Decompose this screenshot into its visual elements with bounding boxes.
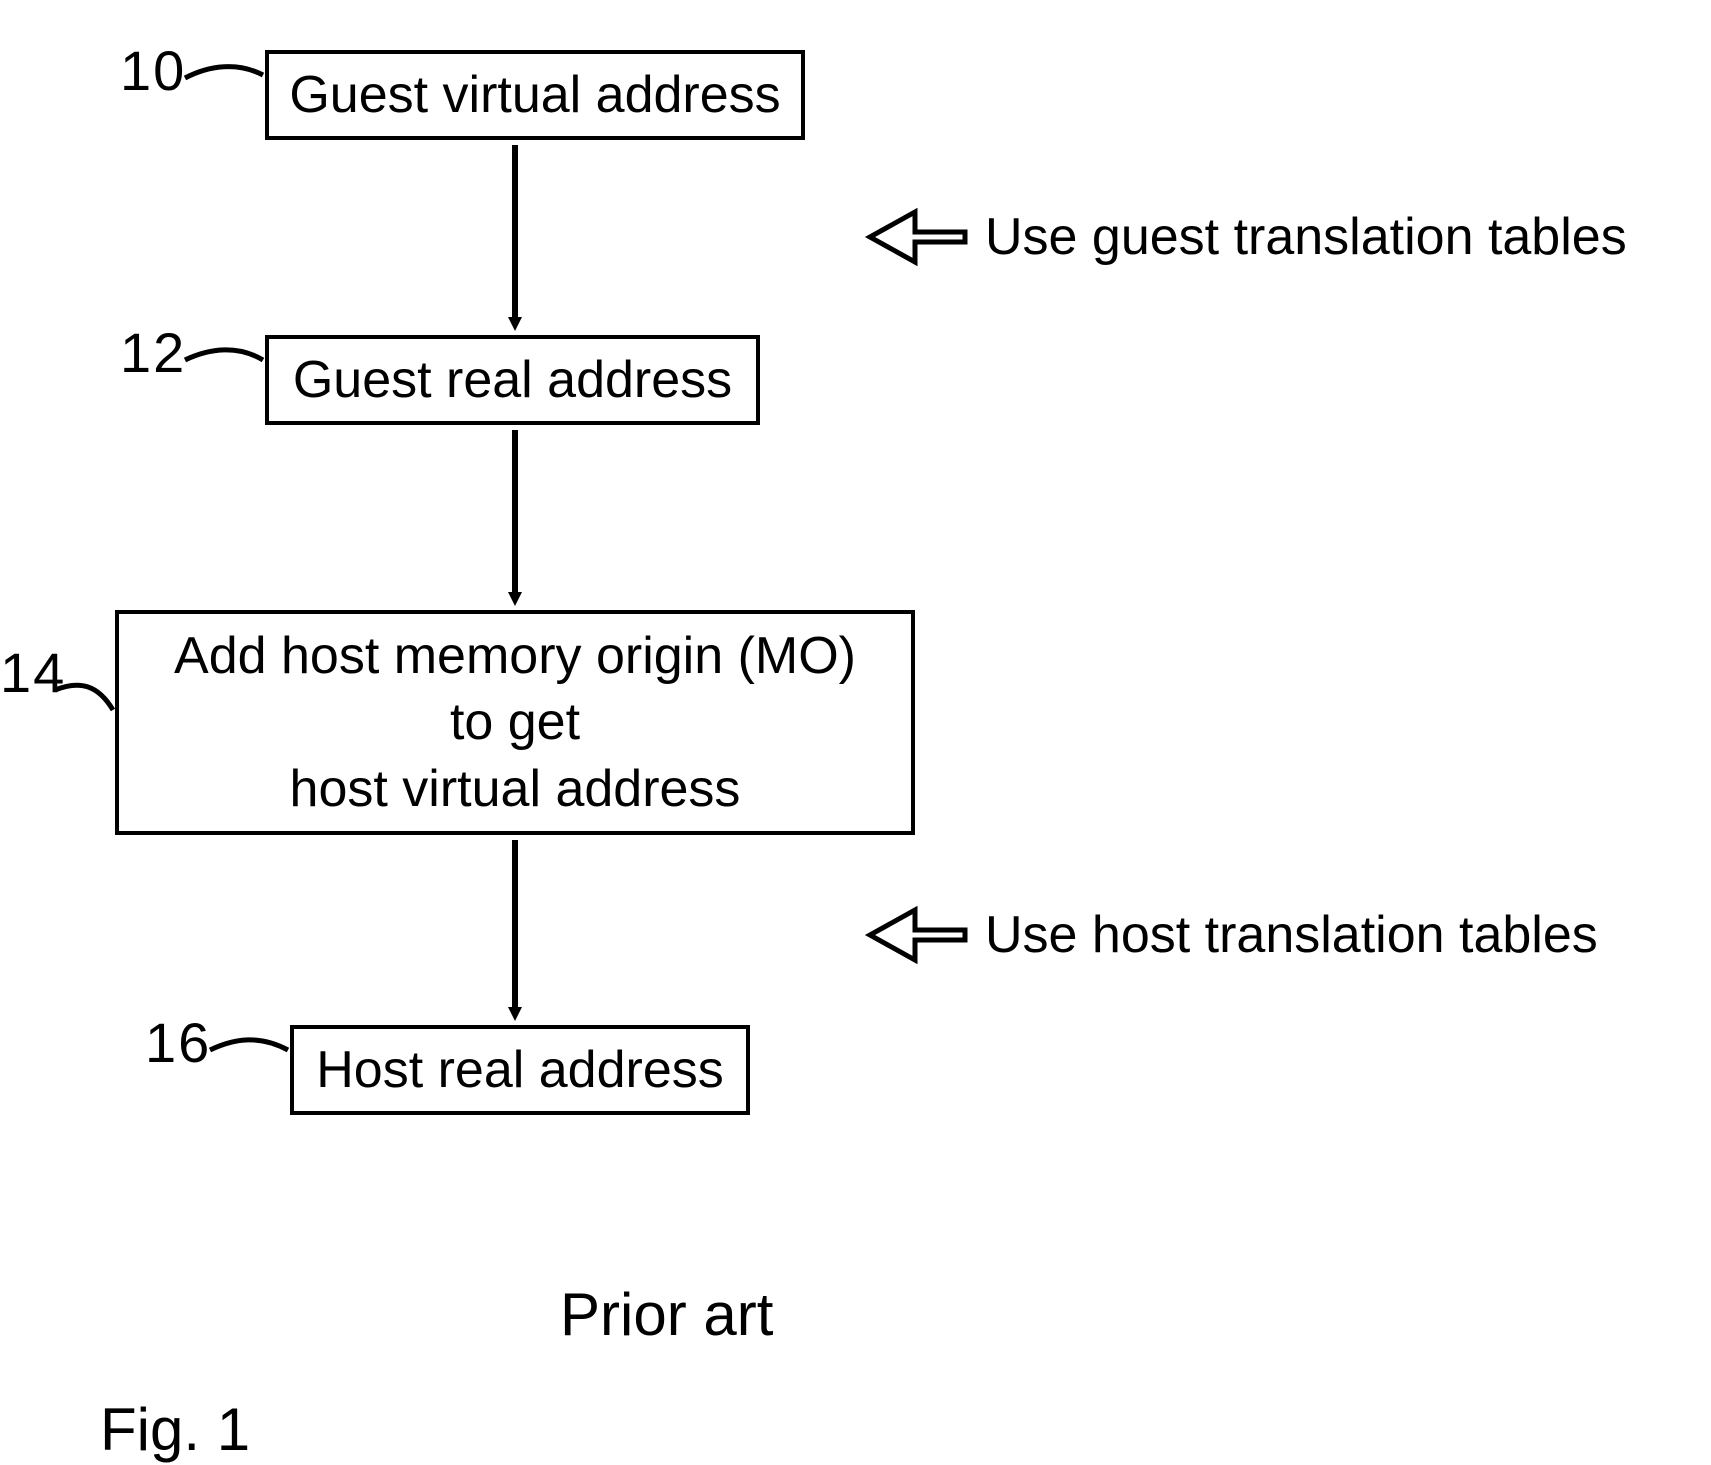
box-16-text: Host real address bbox=[316, 1037, 724, 1104]
box-10-text: Guest virtual address bbox=[289, 62, 780, 129]
figure-label: Fig. 1 bbox=[100, 1395, 250, 1464]
annotation-guest-translation: Use guest translation tables bbox=[985, 207, 1627, 267]
leader-12 bbox=[185, 350, 263, 360]
diagram-stage: Guest virtual address 10 Guest real addr… bbox=[0, 0, 1711, 1465]
box-add-host-memory-origin: Add host memory origin (MO) to get host … bbox=[115, 610, 915, 835]
annotation-host-translation: Use host translation tables bbox=[985, 905, 1598, 965]
ref-num-12: 12 bbox=[120, 320, 186, 385]
box-host-real-address: Host real address bbox=[290, 1025, 750, 1115]
ref-num-10: 10 bbox=[120, 38, 186, 103]
leader-16 bbox=[210, 1040, 288, 1050]
ref-num-14: 14 bbox=[0, 640, 66, 705]
box-guest-virtual-address: Guest virtual address bbox=[265, 50, 805, 140]
box-12-text: Guest real address bbox=[293, 347, 732, 414]
box-14-text: Add host memory origin (MO) to get host … bbox=[174, 623, 856, 823]
caption-prior-art: Prior art bbox=[560, 1280, 773, 1349]
block-arrow-icon-1 bbox=[870, 212, 965, 262]
ref-num-16: 16 bbox=[145, 1010, 211, 1075]
leader-10 bbox=[185, 67, 263, 78]
box-guest-real-address: Guest real address bbox=[265, 335, 760, 425]
block-arrow-icon-2 bbox=[870, 910, 965, 960]
